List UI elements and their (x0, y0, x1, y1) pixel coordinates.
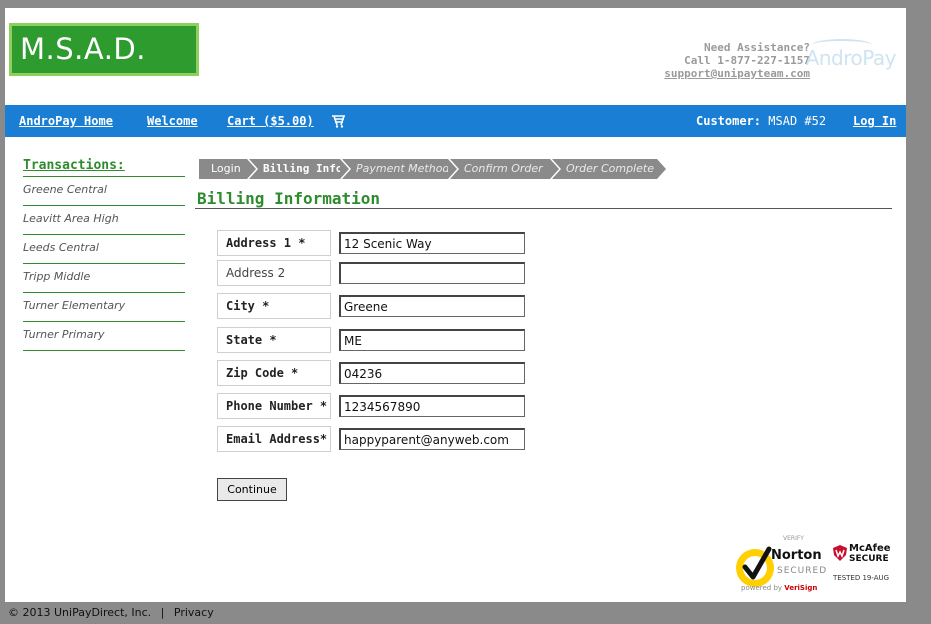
assistance-info: Need Assistance? Call 1-877-227-1157 sup… (664, 41, 810, 80)
norton-powered-by: powered by VeriSign (741, 584, 818, 592)
privacy-link[interactable]: Privacy (174, 606, 214, 619)
customer-info: Customer: MSAD #52 (696, 105, 826, 137)
step-login-label: Login (211, 162, 241, 175)
phone-label: Phone Number * (217, 393, 331, 419)
mcafee-shield-icon (833, 545, 847, 561)
login-link[interactable]: Log In (853, 105, 896, 137)
footer: © 2013 UniPayDirect, Inc. | Privacy (8, 606, 214, 619)
transactions-sidebar: Transactions: Greene Central Leavitt Are… (23, 158, 185, 351)
district-logo[interactable]: M.S.A.D. #52 (9, 23, 199, 113)
state-label: State * (217, 327, 331, 353)
sidebar-item-greene-central[interactable]: Greene Central (23, 177, 185, 206)
sidebar-item-turner-elementary[interactable]: Turner Elementary (23, 293, 185, 322)
step-confirm-label: Confirm Order (464, 162, 543, 175)
step-payment-label: Payment Method (356, 162, 450, 175)
page-container: M.S.A.D. #52 Need Assistance? Call 1-877… (5, 8, 906, 602)
norton-verify-text: VERIFY (783, 535, 804, 542)
nav-home-link[interactable]: AndroPay Home (19, 105, 113, 137)
sidebar-item-turner-primary[interactable]: Turner Primary (23, 322, 185, 351)
city-label: City * (217, 293, 331, 319)
phone-input[interactable] (339, 395, 525, 417)
support-email-link[interactable]: support@unipayteam.com (664, 67, 810, 80)
customer-label: Customer: (696, 114, 762, 128)
norton-name: Norton (771, 548, 822, 563)
zip-label: Zip Code * (217, 360, 331, 386)
assistance-heading: Need Assistance? (704, 41, 810, 54)
step-payment-method: Payment Method (342, 159, 459, 179)
continue-button[interactable]: Continue (217, 478, 287, 501)
customer-value: MSAD #52 (768, 114, 827, 128)
zip-input[interactable] (339, 362, 525, 384)
sidebar-item-tripp-middle[interactable]: Tripp Middle (23, 264, 185, 293)
footer-separator: | (160, 606, 165, 619)
mcafee-name: McAfee (849, 543, 891, 554)
norton-secured-badge[interactable]: VERIFY Norton SECURED powered by VeriSig… (733, 535, 828, 597)
copyright-text: © 2013 UniPayDirect, Inc. (8, 606, 152, 619)
email-label: Email Address* (217, 426, 331, 452)
sidebar-item-leavitt-area-high[interactable]: Leavitt Area High (23, 206, 185, 235)
step-complete-label: Order Complete (566, 162, 654, 175)
address2-input[interactable] (339, 262, 525, 284)
mcafee-secure-text: SECURE (849, 554, 889, 564)
assistance-phone: Call 1-877-227-1157 (684, 54, 810, 67)
step-billing-info: Billing Info (249, 159, 351, 179)
mcafee-secure-badge[interactable]: McAfee SECURE TESTED 19-AUG (833, 543, 895, 593)
state-input[interactable] (339, 329, 525, 351)
sidebar-item-leeds-central[interactable]: Leeds Central (23, 235, 185, 264)
address1-label: Address 1 * (217, 230, 331, 256)
cart-icon[interactable] (331, 114, 347, 128)
nav-welcome-link[interactable]: Welcome (147, 105, 198, 137)
address1-input[interactable] (339, 232, 525, 254)
title-divider (195, 208, 892, 209)
email-input[interactable] (339, 428, 525, 450)
step-confirm-order: Confirm Order (450, 159, 561, 179)
page-title: Billing Information (197, 189, 381, 208)
step-login[interactable]: Login (199, 159, 258, 179)
sidebar-title[interactable]: Transactions: (23, 158, 185, 177)
mcafee-tested-text: TESTED 19-AUG (833, 574, 890, 582)
step-order-complete: Order Complete (552, 159, 668, 179)
logo-swoosh (811, 39, 872, 51)
city-input[interactable] (339, 295, 525, 317)
nav-cart-label[interactable]: Cart ($5.00) (227, 105, 314, 137)
step-billing-label: Billing Info (263, 162, 343, 175)
norton-secured-text: SECURED (777, 566, 828, 576)
address2-label: Address 2 (217, 260, 331, 286)
andropay-logo: AndroPay (806, 39, 897, 70)
top-navbar: AndroPay Home Welcome Cart ($5.00) Custo… (5, 105, 906, 137)
